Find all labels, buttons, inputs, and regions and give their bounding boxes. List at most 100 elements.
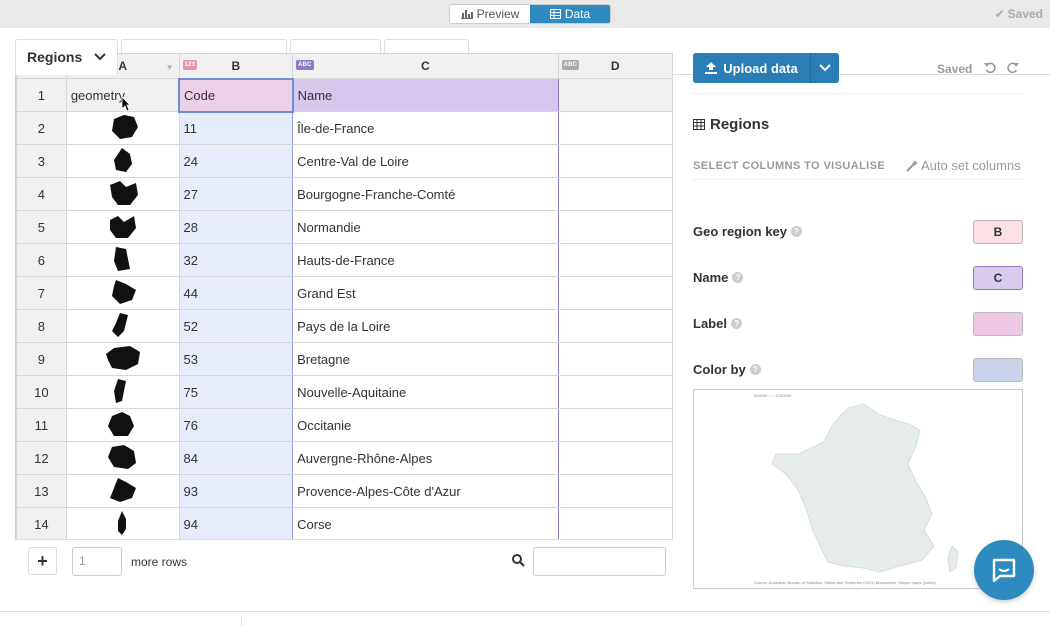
cell[interactable]: Île-de-France (292, 111, 559, 145)
map-preview: 500000 ○ ○ 1000000 Source: Australian Bu… (693, 389, 1023, 589)
row-number[interactable]: 2 (16, 111, 67, 145)
auto-set-columns-button[interactable]: Auto set columns (906, 158, 1021, 173)
cell[interactable]: 76 (178, 408, 294, 442)
help-icon[interactable]: ? (790, 226, 802, 237)
cell[interactable] (557, 441, 673, 475)
cell[interactable] (557, 507, 673, 539)
cell[interactable]: Name (292, 78, 559, 112)
geometry-cell[interactable] (65, 474, 180, 508)
column-header-b[interactable]: 123 B (178, 53, 294, 79)
cell[interactable]: Provence-Alpes-Côte d'Azur (292, 474, 559, 508)
row-number[interactable]: 14 (16, 507, 67, 539)
geometry-cell[interactable] (65, 309, 180, 343)
cell[interactable]: 52 (178, 309, 294, 343)
column-selector[interactable] (973, 358, 1023, 382)
geometry-cell[interactable] (65, 177, 180, 211)
help-chat-button[interactable] (974, 540, 1034, 600)
cell[interactable] (557, 243, 673, 277)
cell[interactable] (557, 474, 673, 508)
upload-data-button[interactable]: Upload data (693, 53, 810, 83)
undo-icon[interactable] (984, 61, 997, 74)
cell[interactable]: 94 (178, 507, 294, 539)
row-number[interactable]: 3 (16, 144, 67, 178)
cell[interactable] (557, 177, 673, 211)
region-shape-icon (111, 114, 138, 139)
cell[interactable] (557, 375, 673, 409)
data-tab[interactable]: Data (530, 5, 610, 23)
cell[interactable]: Auvergne-Rhône-Alpes (292, 441, 559, 475)
column-selector[interactable] (973, 312, 1023, 336)
cell[interactable]: 75 (178, 375, 294, 409)
row-number[interactable]: 6 (16, 243, 67, 277)
row-number[interactable]: 1 (16, 78, 67, 112)
cell[interactable] (557, 408, 673, 442)
row-number[interactable]: 12 (16, 441, 67, 475)
cell[interactable] (557, 309, 673, 343)
cell[interactable] (557, 276, 673, 310)
cell[interactable]: 84 (178, 441, 294, 475)
chevron-down-icon[interactable] (94, 53, 106, 61)
row-number[interactable]: 5 (16, 210, 67, 244)
help-icon[interactable]: ? (732, 272, 744, 283)
magic-wand-icon (906, 159, 918, 172)
row-number[interactable]: 10 (16, 375, 67, 409)
column-selector[interactable]: B (973, 220, 1023, 244)
geometry-cell[interactable] (65, 144, 180, 178)
cell[interactable]: Code (178, 77, 294, 113)
preview-tab[interactable]: Preview (450, 5, 530, 23)
cell[interactable]: 27 (178, 177, 294, 211)
cell[interactable]: 11 (178, 111, 294, 145)
column-selector[interactable]: C (973, 266, 1023, 290)
cell[interactable]: 32 (178, 243, 294, 277)
search-input[interactable] (533, 547, 666, 576)
geometry-cell[interactable] (65, 276, 180, 310)
cell[interactable] (557, 210, 673, 244)
redo-icon[interactable] (1006, 61, 1019, 74)
geometry-cell[interactable] (65, 375, 180, 409)
geometry-cell[interactable] (65, 342, 180, 376)
rows-count-input[interactable]: 1 (72, 547, 122, 576)
region-shape-icon (109, 180, 138, 205)
cell[interactable]: Nouvelle-Aquitaine (292, 375, 559, 409)
mouse-cursor-icon (121, 96, 131, 112)
geometry-cell[interactable] (65, 111, 180, 145)
geometry-cell[interactable] (65, 408, 180, 442)
cell[interactable]: Bretagne (292, 342, 559, 376)
row-number[interactable]: 13 (16, 474, 67, 508)
help-icon[interactable]: ? (730, 318, 742, 329)
cell[interactable]: 93 (178, 474, 294, 508)
cell[interactable]: 24 (178, 144, 294, 178)
cell[interactable] (557, 78, 673, 112)
row-number[interactable]: 8 (16, 309, 67, 343)
tab-regions[interactable]: Regions (15, 39, 119, 75)
cell[interactable]: Bourgogne-Franche-Comté (292, 177, 559, 211)
row-number[interactable]: 11 (16, 408, 67, 442)
caret-down-icon[interactable]: ▼ (166, 63, 174, 72)
geometry-cell[interactable] (65, 507, 180, 539)
row-number[interactable]: 9 (16, 342, 67, 376)
geometry-cell[interactable] (65, 210, 180, 244)
add-rows-button[interactable]: + (28, 547, 57, 575)
cell[interactable] (557, 144, 673, 178)
row-number[interactable]: 4 (16, 177, 67, 211)
column-header-d[interactable]: ABC D (557, 53, 673, 79)
cell[interactable] (557, 342, 673, 376)
label-field: Label? (693, 312, 1023, 336)
cell[interactable] (557, 111, 673, 145)
upload-options-button[interactable] (810, 53, 839, 83)
cell[interactable]: 53 (178, 342, 294, 376)
cell[interactable]: Normandie (292, 210, 559, 244)
cell[interactable]: Hauts-de-France (292, 243, 559, 277)
cell[interactable]: Corse (292, 507, 559, 539)
geometry-cell[interactable] (65, 441, 180, 475)
geometry-cell[interactable] (65, 243, 180, 277)
cell[interactable]: Grand Est (292, 276, 559, 310)
cell[interactable]: 44 (178, 276, 294, 310)
column-header-c[interactable]: ABC C (292, 53, 559, 79)
help-icon[interactable]: ? (749, 364, 761, 375)
row-number[interactable]: 7 (16, 276, 67, 310)
cell[interactable]: 28 (178, 210, 294, 244)
cell[interactable]: Pays de la Loire (292, 309, 559, 343)
cell[interactable]: Occitanie (292, 408, 559, 442)
cell[interactable]: Centre-Val de Loire (292, 144, 559, 178)
